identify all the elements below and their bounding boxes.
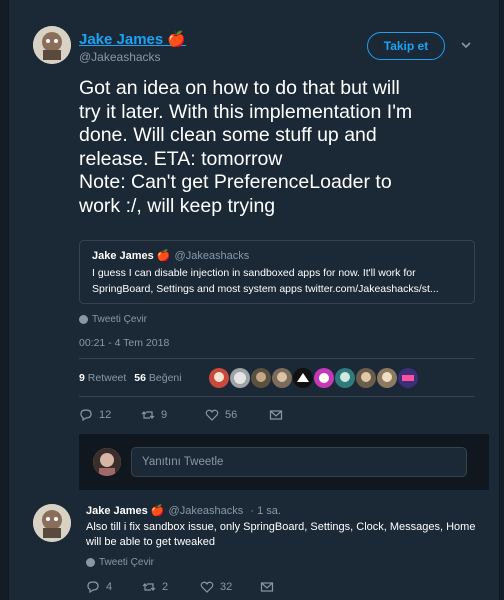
liker-avatar[interactable] xyxy=(251,368,271,388)
quoted-tweet[interactable]: Jake James 🍎 @Jakeashacks I guess I can d… xyxy=(79,240,475,304)
reply-count: 12 xyxy=(99,409,112,421)
quoted-author-name: Jake James 🍎 xyxy=(92,250,171,262)
liker-avatar[interactable] xyxy=(356,368,376,388)
message-action[interactable] xyxy=(269,408,283,422)
retweet-icon xyxy=(142,583,156,591)
liker-avatar[interactable] xyxy=(230,368,250,388)
heart-icon xyxy=(205,409,219,421)
engagement-stats: 9 Retweet 56 Beğeni xyxy=(79,372,182,384)
reply-text: Also till i fix sandbox issue, only Spri… xyxy=(86,520,486,550)
envelope-icon xyxy=(269,410,283,420)
like-action[interactable]: 56 xyxy=(205,408,269,422)
retweet-icon xyxy=(141,411,155,419)
tweet-actions: 12 9 56 xyxy=(79,408,283,422)
reply-message-action[interactable] xyxy=(260,580,274,594)
reply-icon xyxy=(87,581,99,594)
retweet-stat[interactable]: 9 Retweet xyxy=(79,372,126,384)
reply-reply-action[interactable]: 4 xyxy=(86,580,142,594)
liker-avatar[interactable] xyxy=(293,368,313,388)
reply-like-action[interactable]: 32 xyxy=(200,580,260,594)
retweet-stat-label: Retweet xyxy=(87,372,127,384)
reply-actions: 4 2 32 xyxy=(86,580,274,594)
reply-header: Jake James 🍎 @Jakeashacks · 1 sa. xyxy=(86,504,281,517)
translate-link[interactable]: Tweeti Çevir xyxy=(79,314,147,325)
chevron-down-icon[interactable] xyxy=(459,38,473,52)
reply-author-avatar[interactable] xyxy=(33,504,71,542)
like-stat-count: 56 xyxy=(134,372,146,384)
like-stat[interactable]: 56 Beğeni xyxy=(134,372,181,384)
reply-text-line: will be able to get tweaked xyxy=(86,536,216,548)
retweet-count: 9 xyxy=(161,409,168,421)
reply-translate-link[interactable]: Tweeti Çevir xyxy=(86,557,154,568)
quoted-author-handle: @Jakeashacks xyxy=(174,250,250,262)
globe-icon xyxy=(86,558,95,567)
likers-avatars xyxy=(209,368,418,388)
like-stat-label: Beğeni xyxy=(148,372,182,384)
divider xyxy=(79,396,475,397)
retweet-stat-count: 9 xyxy=(79,372,85,384)
translate-label: Tweeti Çevir xyxy=(92,314,148,325)
quoted-tweet-text: SpringBoard, Settings and most system ap… xyxy=(92,283,439,295)
tweet-text: Got an idea on how to do that but will t… xyxy=(79,77,489,218)
tweet-timestamp[interactable]: 00:21 - 4 Tem 2018 xyxy=(79,337,169,349)
tweet-text-line: release. ETA: tomorrow xyxy=(79,147,283,170)
reply-input[interactable]: Yanıtını Tweetle xyxy=(131,447,467,477)
liker-avatar[interactable] xyxy=(377,368,397,388)
divider xyxy=(79,358,475,359)
author-name[interactable]: Jake James 🍎 xyxy=(79,30,186,48)
liker-avatar[interactable] xyxy=(398,368,418,388)
liker-avatar[interactable] xyxy=(335,368,355,388)
liker-avatar[interactable] xyxy=(314,368,334,388)
reply-translate-label: Tweeti Çevir xyxy=(99,557,155,568)
globe-icon xyxy=(79,315,88,324)
envelope-icon xyxy=(260,582,274,592)
author-avatar[interactable] xyxy=(33,26,71,64)
reply-like-count: 32 xyxy=(220,581,233,593)
reply-icon xyxy=(80,409,92,422)
tweet-text-line: work :/, will keep trying xyxy=(79,194,276,217)
reply-author-handle[interactable]: @Jakeashacks xyxy=(169,505,244,517)
tweet-text-line: Got an idea on how to do that but will xyxy=(79,77,400,99)
reply-retweet-count: 2 xyxy=(162,581,169,593)
reply-reply-count: 4 xyxy=(106,581,113,593)
reply-author-name[interactable]: Jake James 🍎 xyxy=(86,505,165,517)
current-user-avatar xyxy=(93,448,121,476)
retweet-action[interactable]: 9 xyxy=(141,408,205,422)
tweet-card: Jake James 🍎 @Jakeashacks Takip et Got a… xyxy=(8,0,500,600)
reply-text-line: Also till i fix sandbox issue, only Spri… xyxy=(86,521,476,533)
quoted-tweet-header: Jake James 🍎 @Jakeashacks xyxy=(92,249,249,262)
author-handle[interactable]: @Jakeashacks xyxy=(79,50,161,64)
tweet-text-line: Note: Can't get PreferenceLoader to xyxy=(79,171,392,193)
heart-icon xyxy=(200,581,214,593)
like-count: 56 xyxy=(225,409,238,421)
reply-retweet-action[interactable]: 2 xyxy=(142,580,200,594)
quoted-tweet-text: I guess I can disable injection in sandb… xyxy=(92,267,416,279)
tweet-text-line: done. Will clean some stuff up and xyxy=(79,124,377,146)
reply-action[interactable]: 12 xyxy=(79,408,141,422)
follow-button[interactable]: Takip et xyxy=(367,32,445,60)
liker-avatar[interactable] xyxy=(209,368,229,388)
reply-time[interactable]: · 1 sa. xyxy=(250,505,281,517)
liker-avatar[interactable] xyxy=(272,368,292,388)
tweet-text-line: try it later. With this implementation I… xyxy=(79,100,413,123)
